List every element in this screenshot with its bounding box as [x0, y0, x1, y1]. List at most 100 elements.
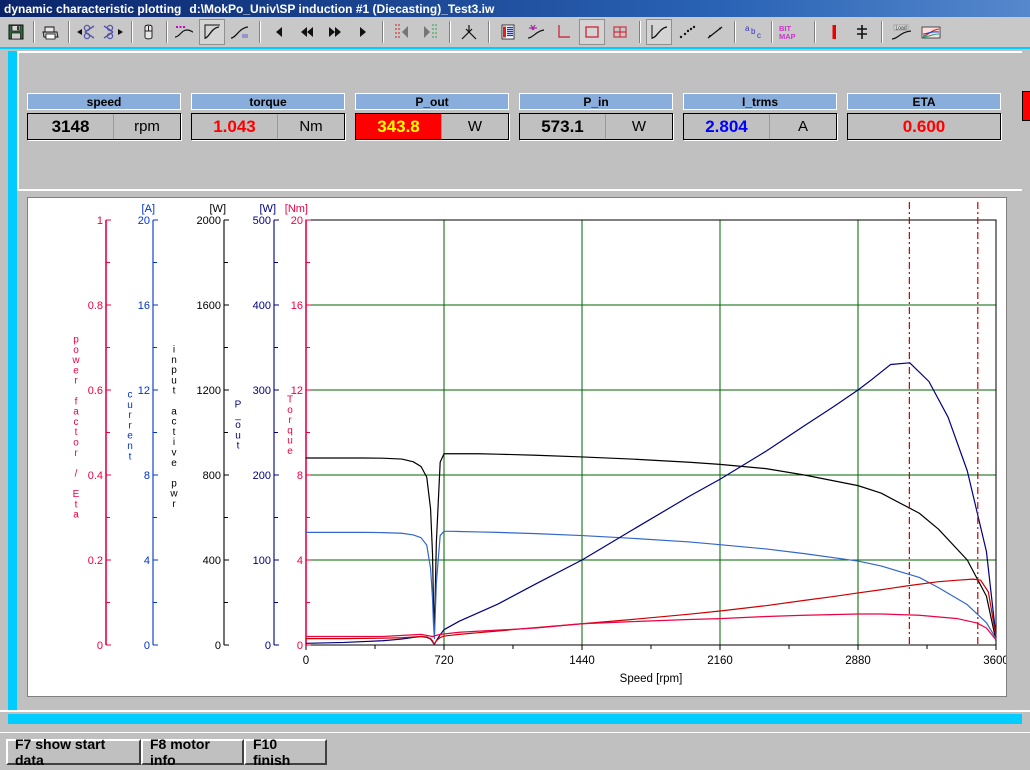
svg-text:c: c: [757, 31, 761, 40]
readout-value-p-in: 573.1: [541, 116, 584, 136]
chart-series-current-curve: [306, 530, 997, 640]
f7-show-start-data-button[interactable]: F7 show start data: [6, 736, 141, 768]
readout-value-p-out: 343.8: [356, 114, 441, 139]
chart-series-torque-curve: [306, 578, 997, 645]
curve-fit-icon[interactable]: [227, 19, 253, 45]
svg-text:[Nm]: [Nm]: [285, 203, 308, 215]
print-icon[interactable]: [38, 19, 64, 45]
svg-text:e: e: [287, 446, 293, 457]
readout-field-p-in: P_in 573.1 W: [519, 93, 673, 140]
chart-axis-input-active-pwr: [W]0400800120016002000inputactivepwr: [169, 203, 229, 652]
svg-text:[W]: [W]: [210, 203, 227, 215]
svg-text:Load: Load: [896, 25, 907, 31]
mouse-icon[interactable]: [136, 19, 162, 45]
corner-icon[interactable]: [551, 19, 577, 45]
cursor-left-icon[interactable]: [389, 19, 415, 45]
readout-value-torque: 1.043: [213, 116, 256, 136]
readout-field-eta: ETA 0.600: [847, 93, 1001, 140]
svg-text:720: 720: [434, 655, 453, 667]
cursor-right-icon[interactable]: [417, 19, 443, 45]
svg-text:t: t: [237, 441, 240, 452]
chart-plot-frame: [305, 219, 997, 646]
abc-icon[interactable]: a b c: [741, 19, 767, 45]
smooth-curve-icon[interactable]: [171, 19, 197, 45]
load-curve-icon[interactable]: Load: [888, 19, 916, 45]
readout-header-i-trms: I_trms: [683, 93, 837, 110]
chart-plot-surface[interactable]: 0 0.2 0.4 0.6 0.8 1 p o w e r f a c t o r / Et a [A] 0 4 8 12 16 2…: [27, 197, 1007, 697]
legend-icon[interactable]: [495, 19, 521, 45]
readout-value-speed: 3148: [51, 116, 90, 136]
svg-text:0: 0: [303, 655, 309, 667]
toolbar-group-cursor: [386, 19, 446, 45]
svg-text:2160: 2160: [707, 655, 733, 667]
svg-text:MAP: MAP: [779, 32, 796, 41]
readout-value-eta: 0.600: [902, 116, 946, 136]
chart-axis-p-out: [W]0100200300400500P_out: [234, 203, 279, 652]
toolbar-separator: [68, 21, 69, 43]
step-back-icon[interactable]: [266, 19, 292, 45]
readout-row-p-in: 573.1 W: [519, 113, 673, 140]
chart-box: 0 0.2 0.4 0.6 0.8 1 p o w e r f a c t o r / Et a [A] 0 4 8 12 16 2…: [17, 191, 1022, 710]
trend-plot-icon[interactable]: [702, 19, 728, 45]
svg-text:e: e: [171, 458, 177, 469]
svg-text:[W]: [W]: [260, 203, 277, 215]
f8-motor-info-button[interactable]: F8 motor info: [141, 736, 244, 768]
svg-text:3600: 3600: [983, 655, 1006, 667]
svg-text:400: 400: [203, 555, 221, 567]
readout-unit-i-trms: A: [769, 114, 836, 139]
fast-forward-icon[interactable]: [322, 19, 348, 45]
toolbar-separator: [814, 21, 815, 43]
svg-text:4: 4: [297, 555, 303, 567]
readout-row-i-trms: 2.804 A: [683, 113, 837, 140]
toolbar-separator: [382, 21, 383, 43]
readout-panel: speed 3148 rpm torque 1.043 Nm P_out 343…: [8, 51, 1022, 191]
line-plot-icon[interactable]: [646, 19, 672, 45]
cyan-accent-strip: [8, 714, 1022, 724]
toolbar-separator: [734, 21, 735, 43]
svg-text:300: 300: [253, 385, 271, 397]
f10-finish-button[interactable]: F10 finish: [244, 736, 327, 768]
readout-unit-p-in: W: [605, 114, 672, 139]
curve-view-icon[interactable]: [199, 19, 225, 45]
toolbar-group-load: Load: [885, 19, 947, 45]
toolbar-separator: [771, 21, 772, 43]
svg-text:100: 100: [253, 555, 271, 567]
chart-gridlines: [306, 219, 997, 645]
svg-text:0: 0: [265, 640, 271, 652]
converge-icon[interactable]: [456, 19, 482, 45]
svg-text:2880: 2880: [845, 655, 871, 667]
overlay-icon[interactable]: [918, 19, 944, 45]
svg-text:r: r: [172, 499, 176, 510]
readout-field-i-trms: I_trms 2.804 A: [683, 93, 837, 140]
step-forward-icon[interactable]: [350, 19, 376, 45]
readout-panel-inner: speed 3148 rpm torque 1.043 Nm P_out 343…: [17, 51, 1022, 191]
readout-header-p-in: P_in: [519, 93, 673, 110]
axis-icon[interactable]: [523, 19, 549, 45]
svg-text:8: 8: [144, 470, 150, 482]
toolbar-group-converge: [453, 19, 485, 45]
dot-plot-icon[interactable]: [674, 19, 700, 45]
cut-right-icon[interactable]: [101, 19, 127, 45]
marker-icon[interactable]: [821, 19, 847, 45]
svg-text:20: 20: [291, 215, 303, 227]
toolbar-group-navigation: [263, 19, 379, 45]
tolerance-icon[interactable]: [849, 19, 875, 45]
chart-x-axis: 0 720 1440 2160 2880 3600: [303, 645, 1006, 667]
chart-axis-power-factor-eta: 00.20.40.60.81powerfactor/Eta: [71, 215, 111, 652]
chart-series-p-out-curve: [305, 362, 997, 645]
svg-text:t: t: [173, 386, 176, 397]
frame-icon[interactable]: [579, 19, 605, 45]
svg-text:8: 8: [297, 470, 303, 482]
bitmap-icon[interactable]: BIT MAP: [776, 19, 808, 45]
svg-text:t: t: [129, 451, 132, 462]
toolbar-group-plotstyle: [643, 19, 731, 45]
toolbar-separator: [166, 21, 167, 43]
grid-icon[interactable]: [607, 19, 633, 45]
readout-row-eta: 0.600: [847, 113, 1001, 140]
cut-left-icon[interactable]: [73, 19, 99, 45]
chart-x-axis-label: Speed [rpm]: [620, 673, 683, 685]
save-icon[interactable]: [3, 19, 29, 45]
function-key-bar: F7 show start data F8 motor info F10 fin…: [0, 732, 1030, 770]
svg-text:1: 1: [97, 215, 103, 227]
fast-back-icon[interactable]: [294, 19, 320, 45]
